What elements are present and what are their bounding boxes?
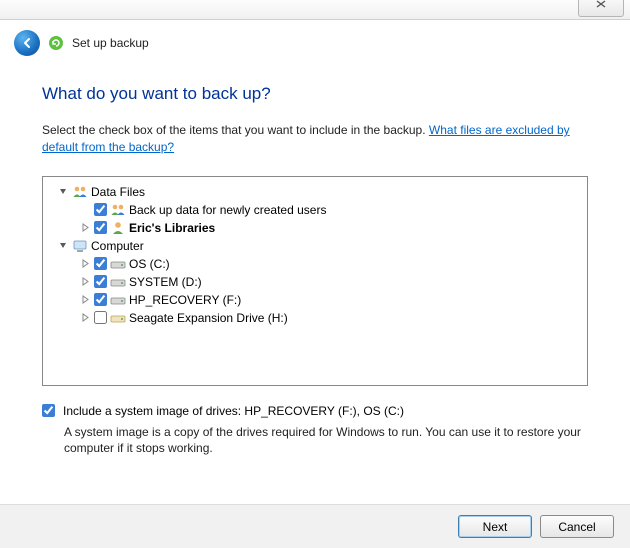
tree-node-erics-libraries[interactable]: Eric's Libraries [47, 219, 583, 237]
checkbox-system-image[interactable] [42, 404, 55, 417]
system-image-description: A system image is a copy of the drives r… [64, 424, 588, 458]
computer-icon [72, 238, 88, 254]
checkbox-seagate[interactable] [94, 311, 107, 324]
tree-node-hp-recovery[interactable]: HP_RECOVERY (F:) [47, 291, 583, 309]
footer-bar: Next Cancel [0, 504, 630, 548]
content-area: What do you want to back up? Select the … [0, 64, 630, 457]
instruction-text: Select the check box of the items that y… [42, 122, 588, 156]
system-image-label: Include a system image of drives: HP_REC… [63, 404, 404, 418]
tree-node-new-users[interactable]: Back up data for newly created users [47, 201, 583, 219]
window-title-bar [0, 0, 630, 20]
checkbox-erics-libraries[interactable] [94, 221, 107, 234]
expand-icon[interactable] [80, 258, 91, 269]
expand-icon[interactable] [80, 276, 91, 287]
tree-node-computer[interactable]: Computer [47, 237, 583, 255]
users-icon [110, 202, 126, 218]
collapse-icon[interactable] [58, 186, 69, 197]
header-bar: Set up backup [0, 20, 630, 64]
drive-icon [110, 274, 126, 290]
user-icon [110, 220, 126, 236]
collapse-icon[interactable] [58, 240, 69, 251]
tree-label: Eric's Libraries [129, 221, 215, 235]
drive-icon [110, 256, 126, 272]
page-heading: What do you want to back up? [42, 84, 588, 104]
tree-label: Computer [91, 239, 144, 253]
expand-icon[interactable] [80, 294, 91, 305]
back-button[interactable] [14, 30, 40, 56]
tree-label: HP_RECOVERY (F:) [129, 293, 241, 307]
tree-label: Back up data for newly created users [129, 203, 326, 217]
backup-wizard-icon [48, 35, 64, 51]
system-image-row: Include a system image of drives: HP_REC… [42, 404, 588, 418]
drive-icon [110, 310, 126, 326]
instruction-prefix: Select the check box of the items that y… [42, 123, 429, 137]
header-title: Set up backup [72, 36, 149, 50]
close-button[interactable] [578, 0, 624, 17]
expand-icon[interactable] [80, 222, 91, 233]
checkbox-os-c[interactable] [94, 257, 107, 270]
next-button[interactable]: Next [458, 515, 532, 538]
tree-label: SYSTEM (D:) [129, 275, 202, 289]
tree-node-data-files[interactable]: Data Files [47, 183, 583, 201]
tree-label: OS (C:) [129, 257, 170, 271]
drive-icon [110, 292, 126, 308]
tree-node-system-d[interactable]: SYSTEM (D:) [47, 273, 583, 291]
checkbox-hp-recovery[interactable] [94, 293, 107, 306]
backup-items-tree[interactable]: Data Files Back up data for newly create… [42, 176, 588, 386]
checkbox-system-d[interactable] [94, 275, 107, 288]
tree-node-os-c[interactable]: OS (C:) [47, 255, 583, 273]
tree-label: Seagate Expansion Drive (H:) [129, 311, 288, 325]
tree-label: Data Files [91, 185, 145, 199]
cancel-button[interactable]: Cancel [540, 515, 614, 538]
tree-node-seagate[interactable]: Seagate Expansion Drive (H:) [47, 309, 583, 327]
checkbox-new-users[interactable] [94, 203, 107, 216]
expand-icon[interactable] [80, 312, 91, 323]
users-icon [72, 184, 88, 200]
